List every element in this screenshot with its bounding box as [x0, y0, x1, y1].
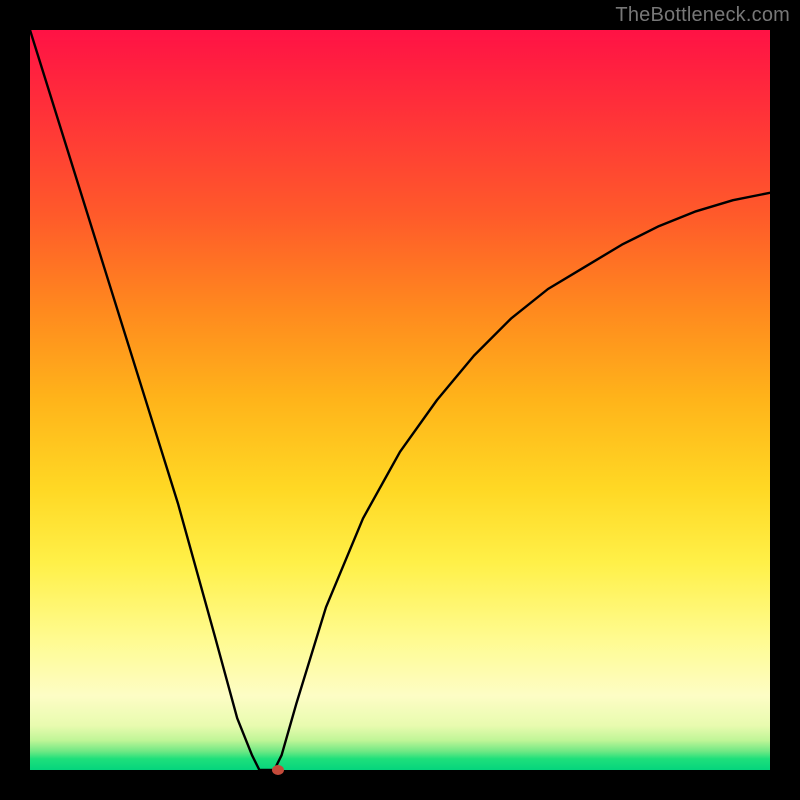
bottleneck-curve	[30, 30, 770, 770]
watermark-text: TheBottleneck.com	[615, 4, 790, 27]
minimum-marker	[272, 765, 284, 775]
plot-region	[30, 30, 770, 770]
curve-svg	[30, 30, 770, 770]
chart-frame: TheBottleneck.com	[0, 0, 800, 800]
